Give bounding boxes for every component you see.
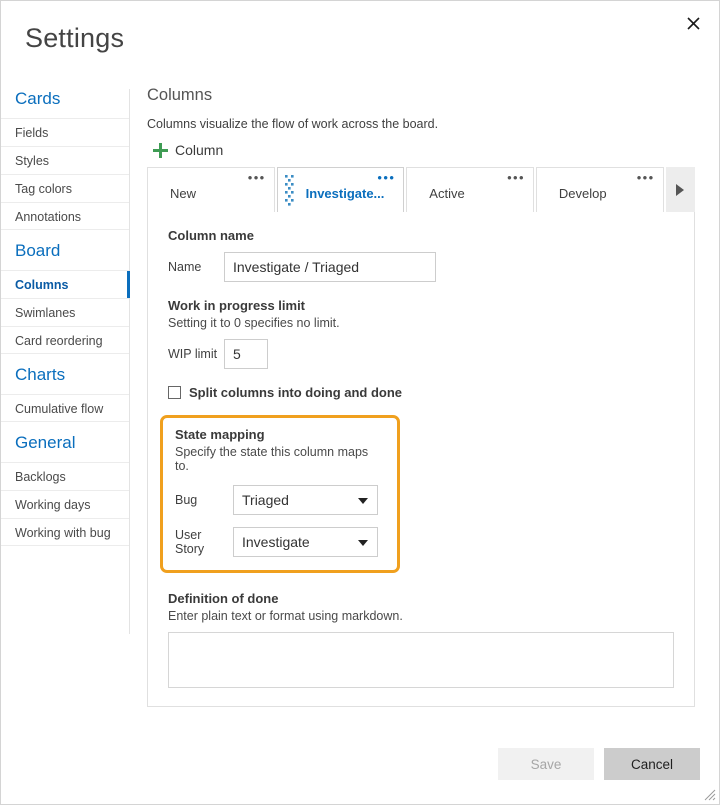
state-mapping-heading: State mapping	[175, 427, 381, 442]
tab-scroll-right-button[interactable]	[666, 167, 695, 213]
definition-of-done-textarea[interactable]	[168, 632, 674, 688]
sidebar-item-columns[interactable]: Columns	[1, 270, 129, 298]
bug-state-select[interactable]: Triaged	[233, 485, 378, 515]
column-settings-panel: Column name Name Work in progress limit …	[147, 212, 695, 707]
column-name-row: Name	[168, 252, 674, 282]
sidebar-item-cumulative-flow[interactable]: Cumulative flow	[1, 394, 129, 422]
wip-limit-heading: Work in progress limit	[168, 298, 674, 313]
nav-group-board: Board Columns Swimlanes Card reordering	[1, 230, 129, 354]
nav-group-title: Charts	[1, 354, 129, 394]
state-mapping-description: Specify the state this column maps to.	[175, 445, 381, 473]
wip-limit-input[interactable]	[224, 339, 268, 369]
tab-label: Develop	[537, 186, 607, 212]
wip-limit-row: WIP limit	[168, 339, 674, 369]
close-icon	[687, 17, 700, 30]
definition-of-done-heading: Definition of done	[168, 591, 674, 606]
page-title: Columns	[147, 86, 699, 105]
sidebar-item-backlogs[interactable]: Backlogs	[1, 462, 129, 490]
tab-investigate[interactable]: ••• Investigate...	[277, 167, 405, 213]
add-column-label: Column	[175, 142, 223, 158]
bug-state-label: Bug	[175, 493, 233, 507]
dialog-title: Settings	[25, 23, 124, 54]
settings-sidebar: Cards Fields Styles Tag colors Annotatio…	[1, 89, 130, 634]
wip-limit-description: Setting it to 0 specifies no limit.	[168, 316, 674, 330]
nav-group-general: General Backlogs Working days Working wi…	[1, 422, 129, 546]
split-columns-label: Split columns into doing and done	[189, 385, 402, 400]
tab-new[interactable]: ••• New	[147, 167, 275, 213]
sidebar-item-card-reordering[interactable]: Card reordering	[1, 326, 129, 354]
wip-limit-block: Work in progress limit Setting it to 0 s…	[148, 298, 694, 369]
definition-of-done-block: Definition of done Enter plain text or f…	[148, 591, 694, 688]
sidebar-item-working-with-bug[interactable]: Working with bug	[1, 518, 129, 546]
sidebar-item-swimlanes[interactable]: Swimlanes	[1, 298, 129, 326]
tab-menu-button[interactable]: •••	[248, 173, 266, 183]
split-columns-checkbox-row[interactable]: Split columns into doing and done	[148, 385, 694, 400]
column-name-block: Column name Name	[148, 228, 694, 282]
user-story-state-value: Investigate	[233, 527, 378, 557]
tab-label: Investigate...	[278, 186, 385, 212]
tab-label: Active	[407, 186, 464, 212]
user-story-state-label: User Story	[175, 528, 233, 556]
nav-group-title: Board	[1, 230, 129, 270]
wip-limit-label: WIP limit	[168, 347, 224, 361]
state-mapping-callout: State mapping Specify the state this col…	[160, 415, 400, 573]
sidebar-item-annotations[interactable]: Annotations	[1, 202, 129, 230]
user-story-state-select[interactable]: Investigate	[233, 527, 378, 557]
dialog-footer: Save Cancel	[498, 748, 700, 780]
sidebar-item-tag-colors[interactable]: Tag colors	[1, 174, 129, 202]
column-tabstrip: ••• New ••• Inves	[147, 167, 695, 213]
sidebar-item-styles[interactable]: Styles	[1, 146, 129, 174]
nav-group-cards: Cards Fields Styles Tag colors Annotatio…	[1, 89, 129, 230]
column-name-heading: Column name	[168, 228, 674, 243]
save-button[interactable]: Save	[498, 748, 594, 780]
close-button[interactable]	[671, 3, 715, 43]
drag-handle-icon[interactable]	[285, 175, 294, 207]
tab-menu-button[interactable]: •••	[637, 173, 655, 183]
sidebar-item-fields[interactable]: Fields	[1, 118, 129, 146]
add-column-button[interactable]: Column	[153, 142, 223, 158]
settings-dialog: Settings Cards Fields Styles Tag colors …	[0, 0, 720, 805]
tab-active[interactable]: ••• Active	[406, 167, 534, 213]
caret-right-icon	[675, 184, 685, 196]
resize-grip-icon[interactable]	[704, 789, 716, 801]
column-name-input[interactable]	[224, 252, 436, 282]
nav-group-title: General	[1, 422, 129, 462]
tab-label: New	[148, 186, 196, 212]
tab-menu-button[interactable]: •••	[507, 173, 525, 183]
nav-group-charts: Charts Cumulative flow	[1, 354, 129, 422]
state-mapping-row-bug: Bug Triaged	[175, 485, 381, 515]
definition-of-done-description: Enter plain text or format using markdow…	[168, 609, 674, 623]
settings-main-panel: Columns Columns visualize the flow of wo…	[147, 86, 699, 707]
column-name-label: Name	[168, 260, 224, 274]
page-description: Columns visualize the flow of work acros…	[147, 117, 699, 131]
cancel-button[interactable]: Cancel	[604, 748, 700, 780]
tab-develop[interactable]: ••• Develop	[536, 167, 664, 213]
nav-group-title: Cards	[1, 89, 129, 118]
plus-icon	[153, 143, 168, 158]
state-mapping-row-user-story: User Story Investigate	[175, 527, 381, 557]
bug-state-value: Triaged	[233, 485, 378, 515]
tab-menu-button[interactable]: •••	[377, 173, 395, 183]
split-columns-checkbox[interactable]	[168, 386, 181, 399]
sidebar-item-working-days[interactable]: Working days	[1, 490, 129, 518]
